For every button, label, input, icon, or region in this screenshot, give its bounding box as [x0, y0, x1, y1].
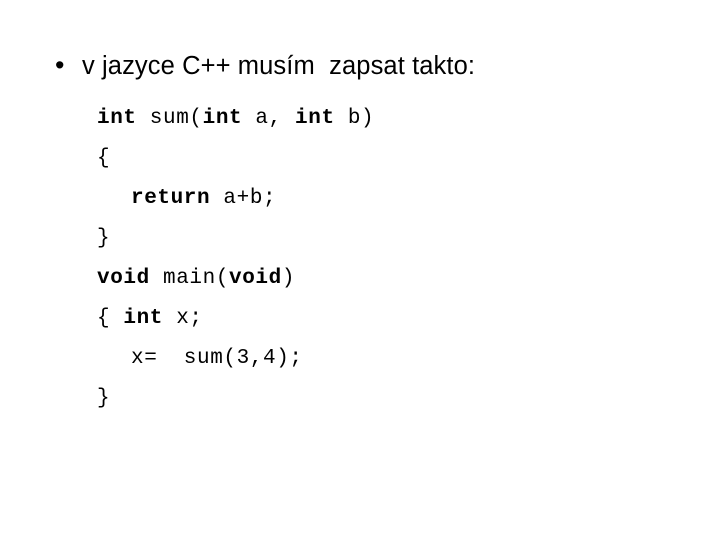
code-text: { [97, 307, 124, 330]
code-keyword: int [97, 107, 137, 130]
code-text: b) [334, 107, 375, 130]
code-text: x= sum(3,4); [131, 347, 303, 370]
code-listing: int sum(int a, int b){return a+b;} void m… [97, 99, 374, 419]
code-line: return a+b; [97, 179, 374, 219]
code-text: } [97, 227, 111, 250]
slide-canvas: • v jazyce C++ musím zapsat takto: int s… [0, 0, 720, 540]
code-keyword: void [97, 267, 150, 290]
code-keyword: void [229, 267, 282, 290]
code-text: a+b; [210, 187, 277, 210]
code-text: } [97, 387, 111, 410]
code-text: x; [163, 307, 203, 330]
code-line: } [97, 379, 374, 419]
code-line: } [97, 219, 374, 259]
code-keyword: return [131, 187, 211, 210]
code-text: a, [242, 107, 296, 130]
code-text: sum( [136, 107, 203, 130]
bullet-marker-icon: • [55, 50, 65, 80]
code-line: { int x; [97, 299, 374, 339]
bullet-heading: • v jazyce C++ musím zapsat takto: [55, 52, 475, 81]
code-line: int sum(int a, int b) [97, 99, 374, 139]
code-keyword: int [202, 107, 243, 130]
code-text: ) [281, 267, 296, 290]
code-line: void main(void) [97, 259, 374, 299]
code-text: main( [149, 267, 230, 290]
code-line: x= sum(3,4); [97, 339, 374, 379]
code-keyword: int [123, 307, 164, 330]
code-keyword: int [295, 107, 335, 130]
bullet-heading-text: v jazyce C++ musím zapsat takto: [82, 52, 476, 80]
code-line: { [97, 139, 374, 179]
code-text: { [97, 147, 111, 170]
